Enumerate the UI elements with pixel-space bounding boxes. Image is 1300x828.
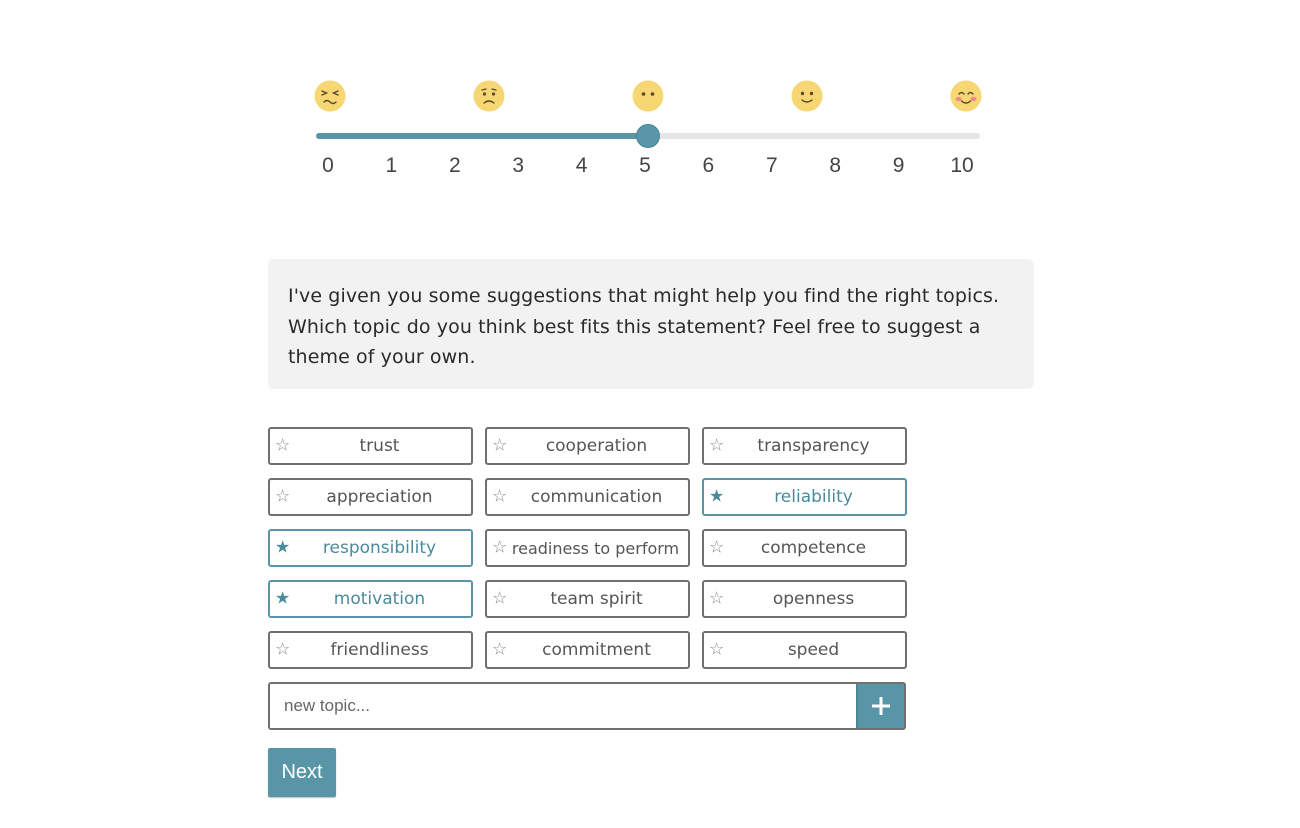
slider-tick-label: 6 xyxy=(702,154,715,177)
topic-chip-transparency[interactable]: ☆ transparency xyxy=(702,427,907,465)
topic-label: responsibility xyxy=(322,538,437,558)
smiling-blushing-face-icon[interactable] xyxy=(950,80,982,112)
star-outline-icon[interactable]: ☆ xyxy=(492,437,507,455)
slider-tick-label: 2 xyxy=(448,154,461,177)
topic-label: communication xyxy=(530,487,663,507)
slider-tick-label: 3 xyxy=(512,154,525,177)
slider-tick-label: 7 xyxy=(765,154,778,177)
topic-label: commitment xyxy=(542,640,651,660)
rating-slider[interactable]: 0 1 2 3 4 5 6 7 8 9 10 xyxy=(300,70,1000,190)
topic-label: transparency xyxy=(757,436,870,456)
topic-label: friendliness xyxy=(330,640,429,660)
new-topic-input[interactable] xyxy=(270,684,856,728)
topic-label: openness xyxy=(772,589,855,609)
slider-tick-label: 8 xyxy=(829,154,842,177)
topic-chip-motivation[interactable]: ★ motivation xyxy=(268,580,473,618)
add-topic-button[interactable] xyxy=(856,684,904,728)
weary-face-icon[interactable] xyxy=(314,80,346,112)
topic-label: reliability xyxy=(774,487,853,507)
topic-chip-friendliness[interactable]: ☆ friendliness xyxy=(268,631,473,669)
topic-label: motivation xyxy=(333,589,426,609)
topic-chip-commitment[interactable]: ☆ commitment xyxy=(485,631,690,669)
new-topic-form xyxy=(268,682,906,730)
topic-label: speed xyxy=(787,640,840,660)
topic-chip-communication[interactable]: ☆ communication xyxy=(485,478,690,516)
star-outline-icon[interactable]: ☆ xyxy=(275,488,290,506)
plus-icon xyxy=(872,697,890,715)
slider-tick-label: 1 xyxy=(385,154,398,177)
slider-tick-label: 5 xyxy=(639,154,651,177)
topic-label: team spirit xyxy=(550,589,643,609)
slider-tick-label: 10 xyxy=(950,154,974,177)
topic-chip-cooperation[interactable]: ☆ cooperation xyxy=(485,427,690,465)
slightly-smiling-face-icon[interactable] xyxy=(791,80,823,112)
topic-label: trust xyxy=(359,436,400,456)
topic-chip-trust[interactable]: ☆ trust xyxy=(268,427,473,465)
topic-chip-openness[interactable]: ☆ openness xyxy=(702,580,907,618)
prompt-message: I've given you some suggestions that mig… xyxy=(268,259,1034,389)
topic-chip-competence[interactable]: ☆ competence xyxy=(702,529,907,567)
slider-thumb[interactable] xyxy=(636,124,660,148)
star-outline-icon[interactable]: ☆ xyxy=(492,641,507,659)
slider-tick-label: 4 xyxy=(575,154,588,177)
topic-chip-readiness-to-perform[interactable]: ☆ readiness to perform xyxy=(485,529,690,567)
next-button[interactable]: Next xyxy=(268,748,336,797)
star-outline-icon[interactable]: ☆ xyxy=(275,437,290,455)
topic-label: appreciation xyxy=(326,487,433,507)
star-outline-icon[interactable]: ☆ xyxy=(492,590,507,608)
topic-chip-reliability[interactable]: ★ reliability xyxy=(702,478,907,516)
frowning-face-icon[interactable] xyxy=(473,80,505,112)
survey-page: 0 1 2 3 4 5 6 7 8 9 10 I've given you some suggest… xyxy=(0,0,1300,828)
star-filled-icon[interactable]: ★ xyxy=(709,488,724,506)
star-outline-icon[interactable]: ☆ xyxy=(709,539,724,557)
topic-grid: ☆ trust ☆ cooperation ☆ transparency ☆ apprecia… xyxy=(268,427,908,669)
star-outline-icon[interactable]: ☆ xyxy=(492,539,507,557)
star-outline-icon[interactable]: ☆ xyxy=(492,488,507,506)
star-filled-icon[interactable]: ★ xyxy=(275,539,290,557)
topic-label: readiness to perform xyxy=(511,538,680,558)
topic-chip-team-spirit[interactable]: ☆ team spirit xyxy=(485,580,690,618)
star-outline-icon[interactable]: ☆ xyxy=(709,590,724,608)
slider-tick-label: 9 xyxy=(892,154,905,177)
topic-label: competence xyxy=(760,538,867,558)
slider-tick-label: 0 xyxy=(322,154,334,177)
star-outline-icon[interactable]: ☆ xyxy=(275,641,290,659)
topic-chip-speed[interactable]: ☆ speed xyxy=(702,631,907,669)
topic-chip-responsibility[interactable]: ★ responsibility xyxy=(268,529,473,567)
star-outline-icon[interactable]: ☆ xyxy=(709,641,724,659)
slider-track-fill xyxy=(316,133,648,139)
topic-chip-appreciation[interactable]: ☆ appreciation xyxy=(268,478,473,516)
topic-label: cooperation xyxy=(545,436,648,456)
star-filled-icon[interactable]: ★ xyxy=(275,590,290,608)
neutral-face-icon[interactable] xyxy=(632,80,664,112)
star-outline-icon[interactable]: ☆ xyxy=(709,437,724,455)
